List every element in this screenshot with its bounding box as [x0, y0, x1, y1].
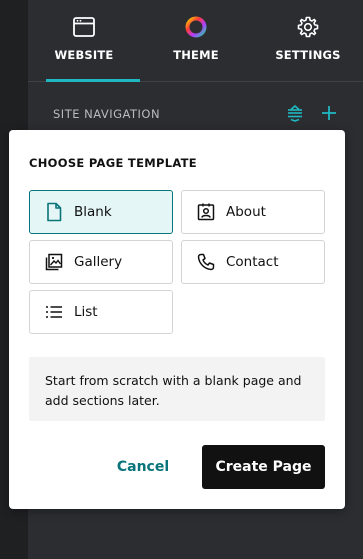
create-page-button[interactable]: Create Page	[202, 445, 325, 489]
choose-template-modal: CHOOSE PAGE TEMPLATE Blank About Gallery…	[9, 130, 345, 509]
cancel-button[interactable]: Cancel	[109, 445, 177, 489]
template-about-label: About	[226, 204, 266, 220]
tab-settings[interactable]: SETTINGS	[252, 0, 363, 82]
tab-website-label: WEBSITE	[54, 48, 114, 62]
tab-settings-label: SETTINGS	[275, 48, 341, 62]
gallery-image-icon	[44, 252, 64, 272]
reorder-icon[interactable]	[284, 102, 306, 124]
gear-icon	[295, 14, 321, 40]
template-about[interactable]: About	[181, 190, 325, 234]
template-list[interactable]: List	[29, 290, 173, 334]
site-navigation-label: SITE NAVIGATION	[53, 107, 161, 121]
list-icon	[44, 302, 64, 322]
template-blank[interactable]: Blank	[29, 190, 173, 234]
phone-icon	[196, 252, 216, 272]
template-gallery[interactable]: Gallery	[29, 240, 173, 284]
plus-icon[interactable]	[318, 102, 340, 124]
template-contact-label: Contact	[226, 254, 279, 270]
template-description: Start from scratch with a blank page and…	[29, 357, 325, 421]
site-navigation-header: SITE NAVIGATION	[28, 100, 363, 128]
about-contact-card-icon	[196, 202, 216, 222]
blank-page-icon	[44, 202, 64, 222]
top-tab-bar: WEBSITE THEME SETTINGS	[28, 0, 363, 82]
tab-theme[interactable]: THEME	[140, 0, 252, 82]
template-list-label: List	[74, 304, 98, 320]
active-tab-indicator	[46, 79, 140, 82]
template-contact[interactable]: Contact	[181, 240, 325, 284]
tab-website[interactable]: WEBSITE	[28, 0, 140, 82]
template-gallery-label: Gallery	[74, 254, 123, 270]
color-wheel-icon	[183, 14, 209, 40]
tab-theme-label: THEME	[173, 48, 219, 62]
browser-window-icon	[71, 14, 97, 40]
modal-title: CHOOSE PAGE TEMPLATE	[29, 156, 197, 170]
template-blank-label: Blank	[74, 204, 112, 220]
